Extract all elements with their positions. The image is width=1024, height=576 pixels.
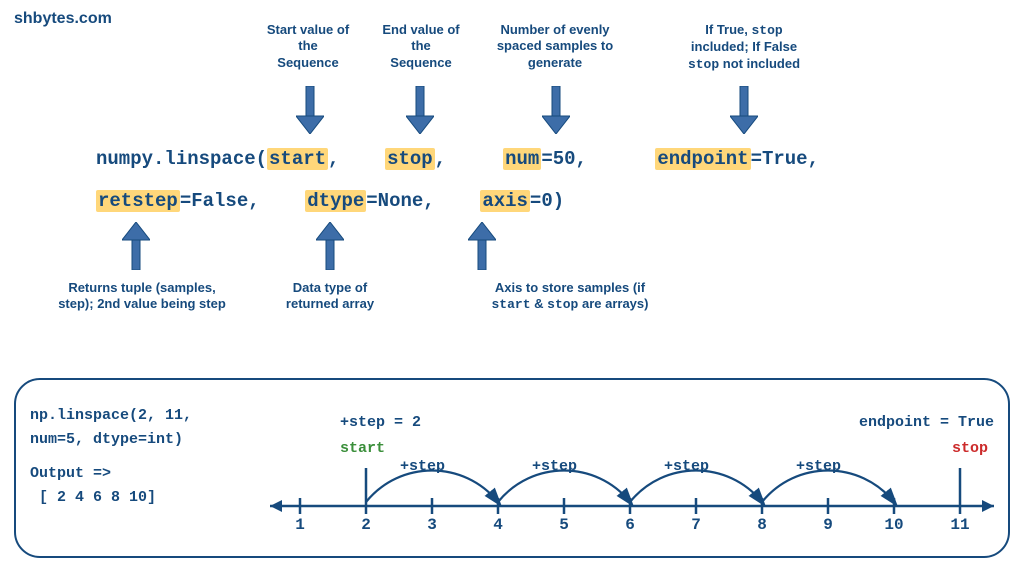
tick-label: 3 — [422, 516, 442, 534]
arrow-down-icon — [542, 86, 570, 134]
sig-endpoint-eq: =True, — [751, 148, 819, 170]
signature-line-1: numpy.linspace(start, stop, num=50, endp… — [96, 148, 819, 170]
desc-start: Start value oftheSequence — [248, 22, 368, 71]
sig-num: num — [503, 148, 541, 170]
sig-axis-eq: =0) — [530, 190, 564, 212]
sig-prefix: numpy.linspace( — [96, 148, 267, 170]
sig-comma: , — [328, 148, 339, 170]
arrow-up-icon — [316, 222, 344, 270]
example-panel: np.linspace(2, 11, num=5, dtype=int) Out… — [14, 378, 1010, 558]
tick-label: 6 — [620, 516, 640, 534]
sig-start: start — [267, 148, 328, 170]
tick-label: 8 — [752, 516, 772, 534]
example-call-1: np.linspace(2, 11, — [30, 404, 192, 428]
desc-retstep: Returns tuple (samples,step); 2nd value … — [42, 280, 242, 313]
sig-endpoint: endpoint — [655, 148, 750, 170]
arrow-down-icon — [296, 86, 324, 134]
signature-line-2: retstep=False, dtype=None, axis=0) — [96, 190, 564, 212]
tick-label: 11 — [946, 516, 974, 534]
desc-dtype: Data type ofreturned array — [270, 280, 390, 313]
step-label: +step — [400, 458, 445, 475]
example-call-2: num=5, dtype=int) — [30, 428, 192, 452]
desc-num: Number of evenlyspaced samples togenerat… — [480, 22, 630, 71]
desc-endpoint: If True, stopincluded; If Falsestop not … — [664, 22, 824, 73]
sig-num-eq: =50, — [541, 148, 587, 170]
sig-dtype: dtype — [305, 190, 366, 212]
desc-axis: Axis to store samples (ifstart & stop ar… — [470, 280, 670, 314]
site-logo: shbytes.com — [14, 10, 112, 28]
tick-label: 10 — [880, 516, 908, 534]
example-output-value: [ 2 4 6 8 10] — [30, 486, 192, 510]
arrow-up-icon — [468, 222, 496, 270]
sig-stop: stop — [385, 148, 435, 170]
sig-retstep: retstep — [96, 190, 180, 212]
tick-label: 7 — [686, 516, 706, 534]
example-output-label: Output => — [30, 462, 192, 486]
step-label: +step — [796, 458, 841, 475]
number-line: +step = 2 endpoint = True start stop — [270, 410, 1000, 550]
desc-stop: End value oftheSequence — [366, 22, 476, 71]
tick-label: 2 — [356, 516, 376, 534]
arrow-down-icon — [730, 86, 758, 134]
example-block: np.linspace(2, 11, num=5, dtype=int) Out… — [30, 404, 192, 510]
sig-retstep-eq: =False, — [180, 190, 260, 212]
step-label: +step — [664, 458, 709, 475]
tick-label: 1 — [290, 516, 310, 534]
tick-label: 5 — [554, 516, 574, 534]
sig-dtype-eq: =None, — [366, 190, 434, 212]
arrow-up-icon — [122, 222, 150, 270]
step-label: +step — [532, 458, 577, 475]
arrow-down-icon — [406, 86, 434, 134]
sig-comma: , — [435, 148, 446, 170]
sig-axis: axis — [480, 190, 530, 212]
tick-label: 9 — [818, 516, 838, 534]
tick-label: 4 — [488, 516, 508, 534]
